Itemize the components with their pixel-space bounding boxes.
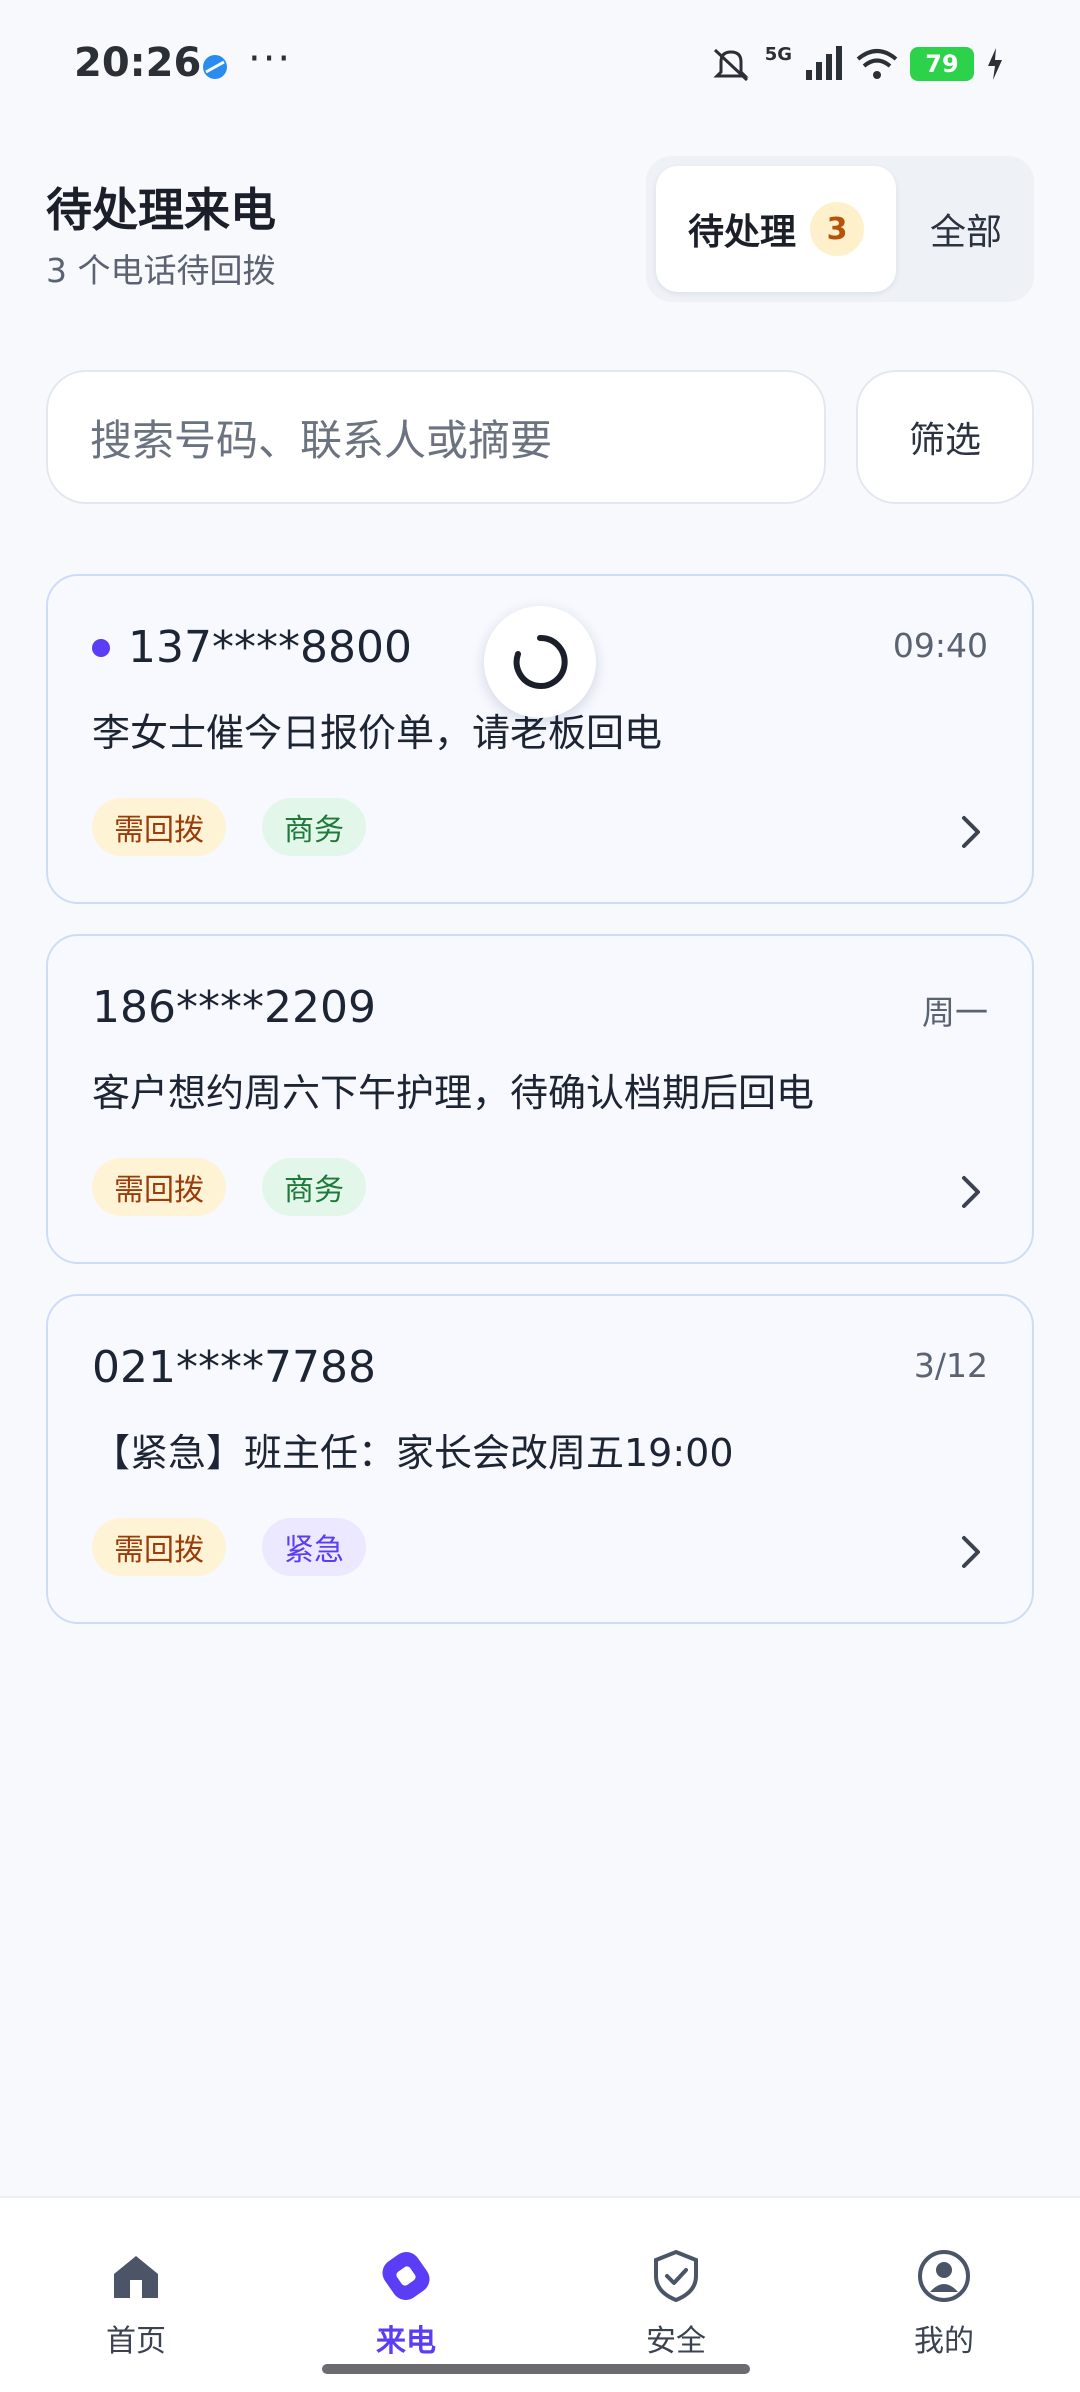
wifi-icon xyxy=(856,49,898,79)
spinner-icon xyxy=(513,634,568,689)
loading-spinner xyxy=(484,606,596,718)
call-number: 021****7788 xyxy=(92,1342,376,1393)
tab-pending[interactable]: 待处理 3 xyxy=(656,166,896,292)
status-right: 5G 79 xyxy=(709,44,1004,84)
tab-all[interactable]: 全部 xyxy=(908,166,1024,292)
nav-item-security[interactable]: 安全 xyxy=(596,2246,756,2366)
shield-check-icon xyxy=(654,2249,698,2303)
nav-item-calls[interactable]: 来电 xyxy=(326,2246,486,2366)
chevron-right-icon xyxy=(962,1536,980,1568)
call-time: 09:40 xyxy=(892,626,988,665)
chevron-right-icon xyxy=(962,1176,980,1208)
call-number-row: 021****7788 xyxy=(92,1342,376,1393)
call-time: 周一 xyxy=(922,993,988,1032)
battery-indicator: 79 xyxy=(910,47,974,81)
page-title: 待处理来电 xyxy=(46,183,276,237)
tag-callback: 需回拨 xyxy=(92,798,226,856)
home-icon xyxy=(114,2256,158,2298)
signal-icon xyxy=(806,46,842,80)
tag-callback: 需回拨 xyxy=(92,1518,226,1576)
nav-item-me[interactable]: 我的 xyxy=(864,2246,1024,2366)
call-summary: 李女士催今日报价单，请老板回电 xyxy=(92,711,663,755)
status-bar: 20:26 ··· 5G 79 xyxy=(0,0,1080,130)
charging-icon xyxy=(988,48,1002,80)
network-label: 5G xyxy=(764,43,792,65)
mute-icon xyxy=(713,48,749,82)
home-indicator[interactable] xyxy=(322,2364,750,2374)
filter-button[interactable]: 筛选 xyxy=(856,370,1034,504)
call-number: 186****2209 xyxy=(92,982,376,1033)
call-time: 3/12 xyxy=(913,1346,988,1385)
tag-business: 商务 xyxy=(262,798,366,856)
call-summary: 客户想约周六下午护理，待确认档期后回电 xyxy=(92,1071,815,1115)
tag-callback: 需回拨 xyxy=(92,1158,226,1216)
user-icon xyxy=(918,2250,970,2302)
call-summary: 【紧急】班主任：家长会改周五19:00 xyxy=(92,1431,734,1475)
nav-item-home[interactable]: 首页 xyxy=(56,2246,216,2366)
call-number-row: 137****8800 xyxy=(92,622,412,673)
nav-label-me: 我的 xyxy=(914,2324,974,2359)
calls-icon xyxy=(382,2252,430,2300)
browser-icon xyxy=(203,55,227,79)
segmented-control: 待处理 3 全部 xyxy=(646,156,1034,302)
tab-pending-label: 待处理 xyxy=(687,212,796,253)
call-number: 137****8800 xyxy=(128,622,412,673)
tag-urgent: 紧急 xyxy=(262,1518,366,1576)
nav-label-calls: 来电 xyxy=(376,2324,436,2359)
bottom-nav: 首页 来电 安全 我的 xyxy=(0,2196,1080,2392)
nav-label-security: 安全 xyxy=(646,2324,706,2359)
unread-dot-icon xyxy=(92,638,110,657)
call-number-row: 186****2209 xyxy=(92,982,376,1033)
pending-count-badge: 3 xyxy=(810,202,864,256)
call-card[interactable]: 021****7788 3/12 【紧急】班主任：家长会改周五19:00 需回拨… xyxy=(46,1294,1034,1624)
search-input[interactable]: 搜索号码、联系人或摘要 xyxy=(46,370,826,504)
chevron-right-icon xyxy=(962,816,980,848)
tag-business: 商务 xyxy=(262,1158,366,1216)
call-card[interactable]: 186****2209 周一 客户想约周六下午护理，待确认档期后回电 需回拨 商… xyxy=(46,934,1034,1264)
status-time: 20:26 xyxy=(74,40,202,86)
nav-label-home: 首页 xyxy=(106,2324,166,2359)
more-dots-icon: ··· xyxy=(248,36,293,82)
page-subtitle: 3 个电话待回拨 xyxy=(46,251,276,290)
